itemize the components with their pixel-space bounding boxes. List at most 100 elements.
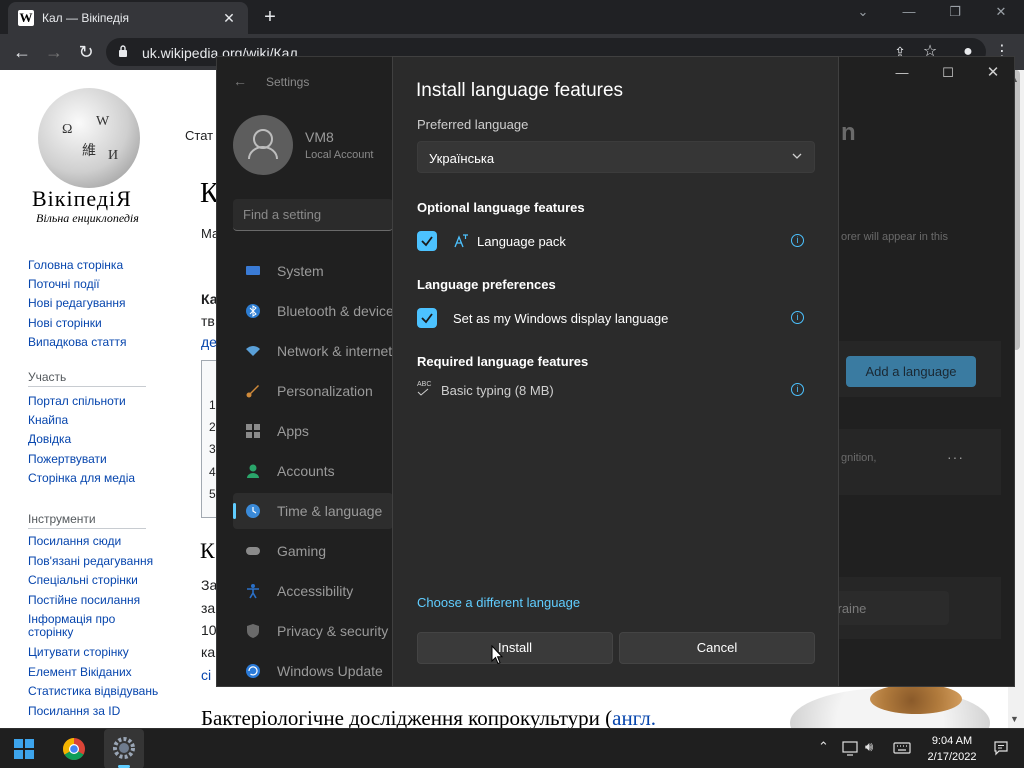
nav-item-time-language[interactable]: Time & language	[233, 493, 393, 529]
forward-arrow-icon[interactable]: →	[42, 40, 66, 64]
toc-number[interactable]: 3	[209, 442, 216, 456]
back-arrow-icon[interactable]: ←	[10, 40, 34, 64]
restore-icon[interactable]: ❐	[940, 4, 970, 20]
nav-item-system[interactable]: System	[233, 253, 393, 289]
nav-item-network[interactable]: Network & internet	[233, 333, 393, 369]
sidebar-link-donate[interactable]: Пожертвувати	[28, 453, 107, 465]
region-select[interactable]: kraine ⌄	[821, 591, 949, 625]
preferred-language-label: Preferred language	[417, 117, 529, 132]
nav-item-windows-update[interactable]: Windows Update	[233, 653, 393, 689]
text-fragment[interactable]: де	[201, 334, 217, 350]
maximize-icon[interactable]: ☐	[925, 57, 971, 89]
minimize-icon[interactable]: —	[879, 57, 925, 89]
text-fragment[interactable]: сі	[201, 667, 211, 683]
chevron-down-icon: ⌄	[831, 600, 937, 613]
preferred-language-value: Українська	[429, 151, 495, 166]
volume-icon[interactable]: 🔊︎	[865, 739, 873, 755]
nav-item-bluetooth[interactable]: Bluetooth & devices	[233, 293, 401, 329]
back-arrow-icon[interactable]: ←	[233, 73, 247, 89]
toc-number[interactable]: 1	[209, 398, 216, 412]
sidebar-link-new[interactable]: Нові сторінки	[28, 317, 102, 329]
close-window-icon[interactable]: ✕	[986, 4, 1016, 20]
tab-search-icon[interactable]: ⌄	[848, 4, 878, 20]
notification-icon[interactable]	[993, 740, 1009, 756]
nav-item-privacy[interactable]: Privacy & security	[233, 613, 393, 649]
apps-icon	[246, 424, 260, 438]
sidebar-link-permalink[interactable]: Постійне посилання	[28, 594, 140, 606]
nav-item-gaming[interactable]: Gaming	[233, 533, 393, 569]
minimize-icon[interactable]: —	[894, 4, 924, 19]
info-icon[interactable]: i	[791, 234, 804, 247]
browser-tabstrip: W Кал — Вікіпедія ✕ + ⌄ — ❐ ✕	[0, 0, 1024, 34]
browser-tab[interactable]: W Кал — Вікіпедія ✕	[8, 2, 248, 34]
close-icon[interactable]: ✕	[970, 57, 1016, 89]
sidebar-link-special[interactable]: Спеціальні сторінки	[28, 574, 138, 586]
avatar[interactable]	[233, 115, 293, 175]
wikipedia-globe-logo-icon[interactable]: Ω W 維 И	[38, 88, 140, 188]
reload-icon[interactable]: ↻	[74, 40, 98, 64]
taskbar-chrome[interactable]	[54, 729, 94, 768]
more-options-icon[interactable]: ···	[947, 449, 964, 465]
sidebar-link-recent[interactable]: Нові редагування	[28, 297, 126, 309]
install-button[interactable]: Install	[417, 632, 613, 664]
cancel-button[interactable]: Cancel	[619, 632, 815, 664]
language-pack-checkbox[interactable]	[417, 231, 437, 251]
add-language-button[interactable]: Add a language	[846, 356, 976, 387]
system-clock[interactable]: 9:04 AM 2/17/2022	[916, 733, 988, 765]
sidebar-link-current[interactable]: Поточні події	[28, 278, 100, 290]
tray-overflow-icon[interactable]: ⌃	[818, 739, 829, 755]
language-pack-icon	[454, 234, 468, 248]
start-button[interactable]	[4, 729, 44, 768]
sidebar-link-cite[interactable]: Цитувати сторінку	[28, 646, 129, 658]
sidebar-link-portal[interactable]: Портал спільноти	[28, 395, 126, 407]
nav-item-accessibility[interactable]: Accessibility	[233, 573, 393, 609]
keyboard-icon[interactable]	[893, 741, 911, 755]
choose-different-language-link[interactable]: Choose a different language	[417, 595, 580, 610]
sidebar-link-whatlinks[interactable]: Посилання сюди	[28, 535, 121, 547]
update-icon	[246, 664, 260, 678]
search-placeholder: Find a setting	[243, 207, 322, 222]
user-avatar-icon	[248, 129, 278, 160]
chrome-icon	[63, 738, 85, 760]
sidebar-link-related[interactable]: Пов'язані редагування	[28, 555, 153, 567]
toc-number[interactable]: 5	[209, 487, 216, 501]
section-heading-link[interactable]: англ.	[612, 706, 656, 728]
sidebar-link-main[interactable]: Головна сторінка	[28, 259, 123, 271]
account-type: Local Account	[305, 149, 374, 161]
sidebar-link-media[interactable]: Сторінка для медіа	[28, 472, 135, 484]
tab-close-icon[interactable]: ✕	[220, 10, 238, 27]
info-icon[interactable]: i	[791, 383, 804, 396]
section-heading-fragment: К	[200, 538, 215, 563]
new-tab-icon[interactable]: +	[258, 5, 282, 29]
taskbar-settings[interactable]	[104, 729, 144, 768]
sidebar-link-pub[interactable]: Кнайпа	[28, 414, 68, 426]
article-tab-fragment[interactable]: Стат	[185, 128, 213, 143]
toc-number[interactable]: 4	[209, 465, 216, 479]
text-fragment: 10	[201, 622, 217, 638]
sidebar-link-wikidata[interactable]: Елемент Вікіданих	[28, 666, 132, 678]
sidebar-link-help[interactable]: Довідка	[28, 433, 71, 445]
nav-label: Bluetooth & devices	[277, 303, 401, 319]
monitor-icon	[246, 266, 260, 275]
clock-time: 9:04 AM	[931, 735, 973, 747]
nav-label: Accounts	[277, 463, 335, 479]
nav-label: Personalization	[277, 383, 373, 399]
scroll-down-arrow-icon[interactable]: ▼	[1010, 714, 1019, 724]
brush-icon	[246, 385, 259, 398]
sidebar-link-pageinfo[interactable]: Інформація про сторінку	[28, 613, 128, 639]
settings-search-input[interactable]: Find a setting	[233, 199, 393, 231]
food-image	[870, 684, 962, 714]
sidebar-link-stats[interactable]: Статистика відвідувань	[28, 685, 158, 697]
info-icon[interactable]: i	[791, 311, 804, 324]
language-pack-label: Language pack	[477, 234, 566, 249]
network-icon[interactable]	[842, 740, 860, 756]
accessibility-icon	[247, 584, 259, 599]
sidebar-link-byid[interactable]: Посилання за ID	[28, 705, 120, 717]
nav-item-apps[interactable]: Apps	[233, 413, 393, 449]
sidebar-link-random[interactable]: Випадкова стаття	[28, 336, 126, 348]
nav-item-personalization[interactable]: Personalization	[233, 373, 393, 409]
preferred-language-select[interactable]: Українська	[417, 141, 815, 173]
toc-number[interactable]: 2	[209, 420, 216, 434]
display-language-checkbox[interactable]	[417, 308, 437, 328]
nav-item-accounts[interactable]: Accounts	[233, 453, 393, 489]
